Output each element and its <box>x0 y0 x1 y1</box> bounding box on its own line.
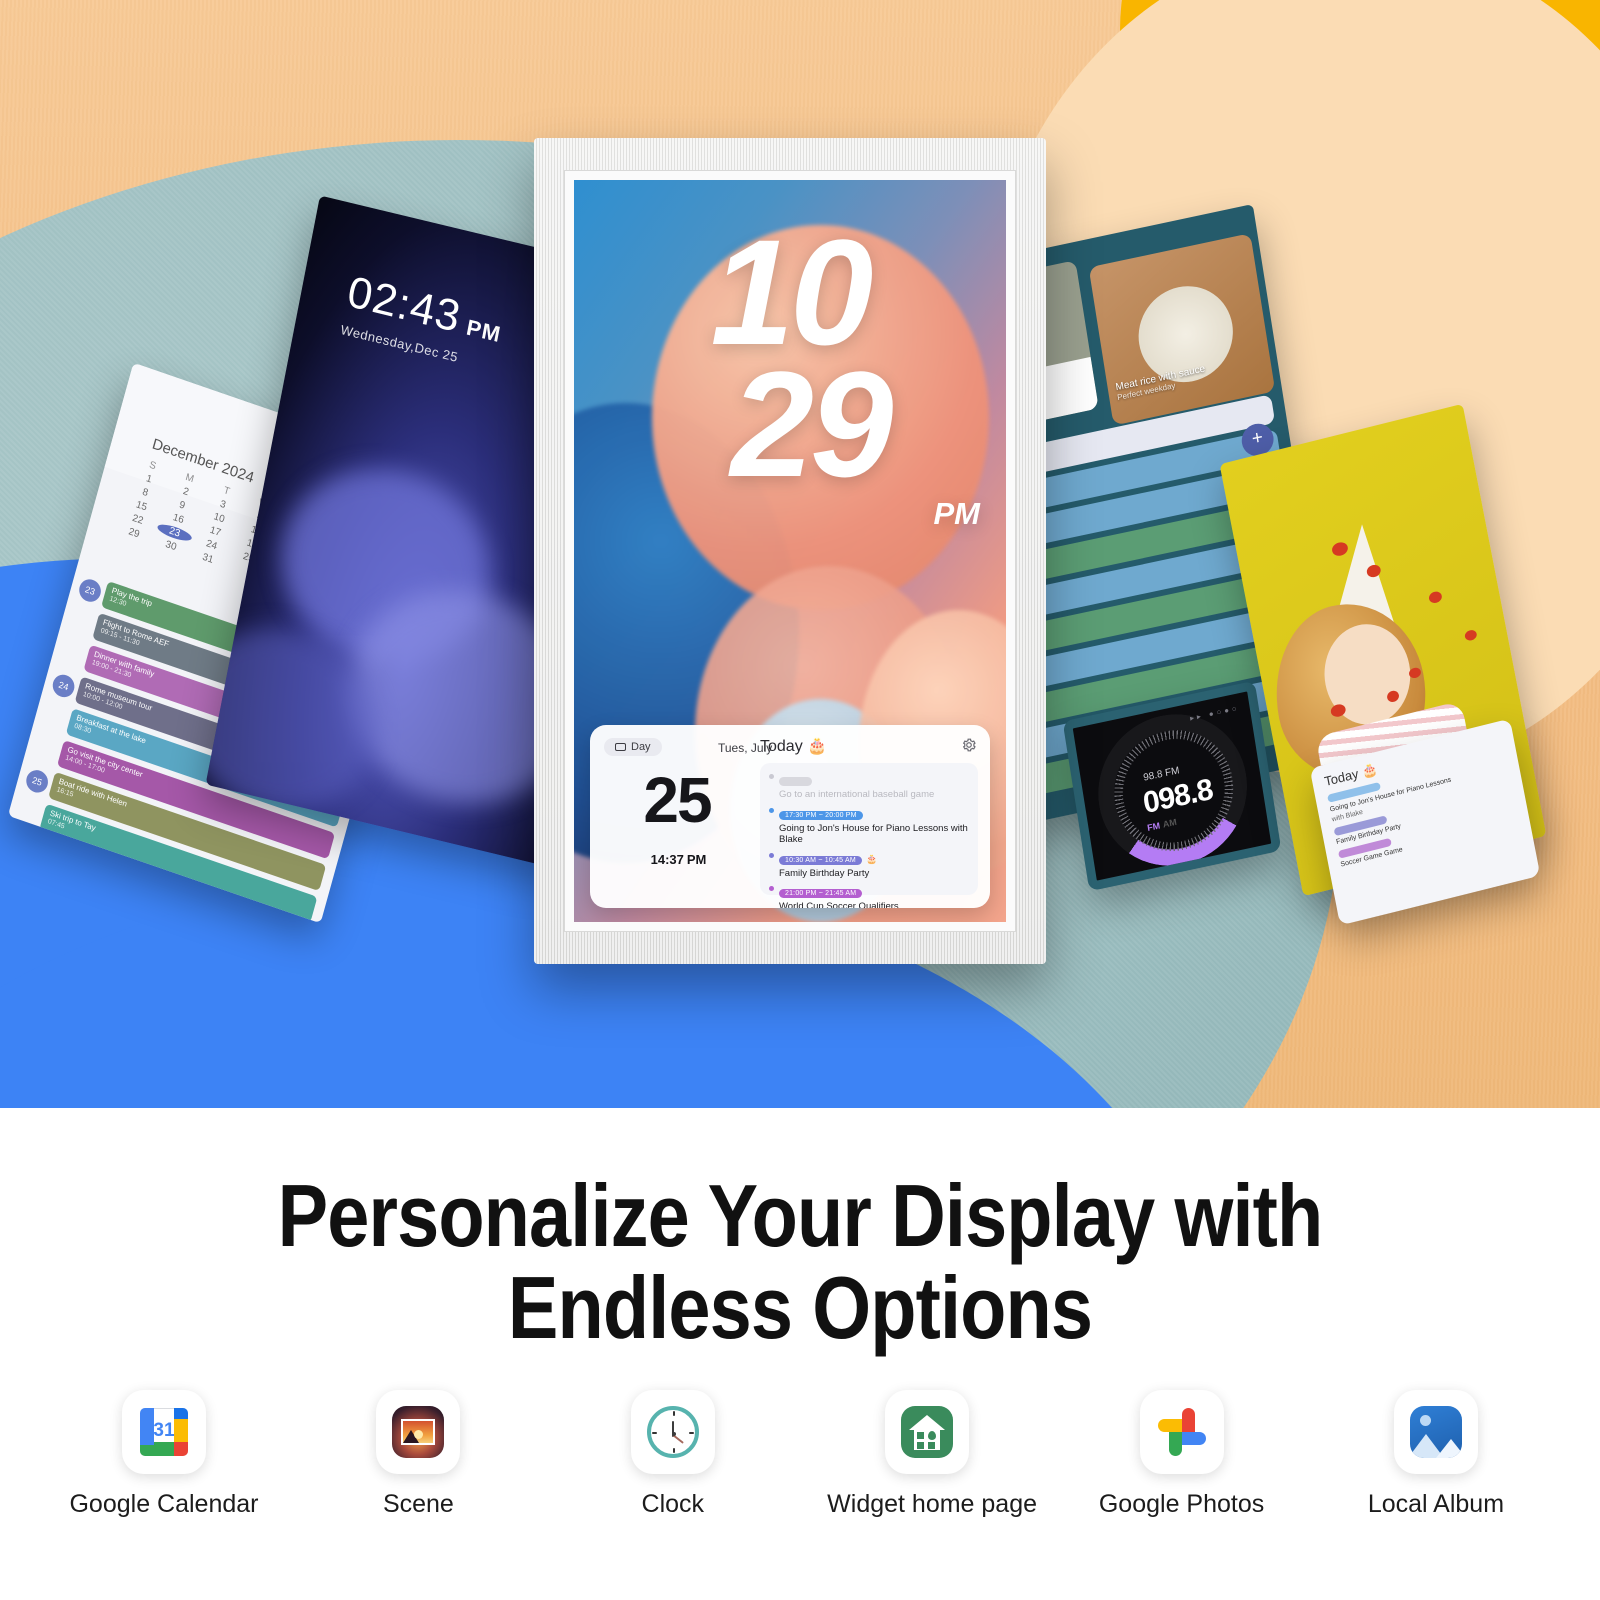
calendar-event-row[interactable]: 1 hour Go to an international baseball ga… <box>769 770 969 801</box>
calendar-event-row[interactable]: 17:30 PM ~ 20:00 PM Going to Jon's House … <box>769 804 969 846</box>
app-icon-tile[interactable] <box>885 1390 970 1474</box>
widget-time-suffix: PM <box>686 852 707 867</box>
widget-day-number: 25 <box>643 764 712 836</box>
app-label: Widget home page <box>827 1490 1038 1518</box>
calendar-icon-day: 31 <box>153 1420 175 1441</box>
app-icon-tile[interactable]: 31 <box>122 1390 206 1474</box>
event-body: 21:00 PM ~ 21:45 AM World Cup Soccer Qual… <box>779 882 969 908</box>
promo-page: ☰ ⌕ ▦ ⓘ December 2024 SMTWTFS12345678910… <box>0 0 1600 1600</box>
today-card-title-text: Today <box>1323 765 1360 790</box>
cake-icon: 🎂 <box>1360 761 1379 780</box>
calendar-day-marker: 24 <box>50 671 77 701</box>
calendar-day-marker: 23 <box>76 576 104 605</box>
widget-today-label: Today <box>760 738 803 755</box>
event-title: Go to an international baseball game <box>779 789 935 800</box>
main-clock-ampm: PM <box>933 496 981 531</box>
app-icon-tile[interactable] <box>376 1390 461 1474</box>
app-item-local-album[interactable]: Local Album <box>1336 1390 1536 1519</box>
event-body: 10:30 AM ~ 10:45 AM 🎂 Family Birthday Part… <box>779 849 969 880</box>
confetti-dot <box>1428 590 1443 605</box>
jellyfish-ampm: PM <box>464 314 504 348</box>
widget-day-label: Day <box>631 741 651 753</box>
app-label: Google Calendar <box>69 1490 259 1518</box>
widget-event-list[interactable]: 1 hour Go to an international baseball ga… <box>760 763 978 908</box>
main-clock-minutes: 29 <box>730 340 894 508</box>
app-label: Local Album <box>1367 1490 1505 1518</box>
event-title: Going to Jon's House for Piano Lessons w… <box>779 822 968 846</box>
clock-icon <box>646 1406 699 1458</box>
product-photo-scene: ☰ ⌕ ▦ ⓘ December 2024 SMTWTFS12345678910… <box>0 0 1600 1108</box>
radio-status-icons: ▸▸ ●○●○ <box>1189 703 1241 723</box>
app-label: Clock <box>641 1490 705 1518</box>
event-dot <box>769 807 774 813</box>
app-icon-tile[interactable] <box>1139 1390 1224 1474</box>
jellyfish-clock-block: 02:43PM Wednesday,Dec 25 <box>339 267 506 374</box>
digital-photo-frame: 10 29 PM Day Tues, July 25 14:37 PM Toda… <box>534 138 1046 964</box>
calendar-day-marker: 25 <box>23 767 51 796</box>
local-album-icon <box>1409 1406 1462 1458</box>
headline-line-2: Endless Options <box>507 1257 1093 1357</box>
app-item-google-photos[interactable]: Google Photos <box>1082 1390 1282 1519</box>
main-clock-hours: 10 <box>710 208 874 376</box>
calendar-event-row[interactable]: 21:00 PM ~ 21:45 AM World Cup Soccer Qual… <box>769 882 969 908</box>
google-photos-icon <box>1156 1406 1208 1458</box>
cake-icon: 🎂 <box>807 738 828 755</box>
home-widget-icon <box>901 1406 954 1458</box>
scene-icon <box>392 1406 445 1458</box>
headline-line-1: Personalize Your Display with <box>277 1166 1324 1265</box>
event-time: 10:30 AM ~ 10:45 AM <box>779 855 862 865</box>
gear-icon[interactable] <box>961 737 977 753</box>
event-time: 1 hour <box>779 777 813 786</box>
app-item-google-calendar[interactable]: 31 Google Calendar <box>64 1390 264 1519</box>
app-label: Google Photos <box>1098 1490 1265 1518</box>
widget-right-pane: Today 🎂 1 hour Go to an international bas… <box>760 725 990 908</box>
app-icon-tile[interactable] <box>630 1390 715 1474</box>
event-time: 17:30 PM ~ 20:00 PM <box>779 810 863 820</box>
cake-icon: 🎂 <box>865 853 878 864</box>
event-title: Family Birthday Party <box>779 867 870 879</box>
widget-day-toggle[interactable]: Day <box>604 738 662 756</box>
app-icon-row: 31 Google Calendar Scene Clock Widget ho… <box>0 1390 1600 1519</box>
frame-mat: 10 29 PM Day Tues, July 25 14:37 PM Toda… <box>564 170 1016 932</box>
app-item-widget-home[interactable]: Widget home page <box>827 1390 1038 1519</box>
day-view-icon <box>615 743 626 751</box>
calendar-widget[interactable]: Day Tues, July 25 14:37 PM Today 🎂 1 hou… <box>590 725 990 908</box>
widget-time-value: 14:37 <box>650 852 684 867</box>
app-item-clock[interactable]: Clock <box>573 1390 773 1519</box>
event-title: World Cup Soccer Qualifiers <box>779 901 899 908</box>
widget-today-header: Today 🎂 <box>760 736 978 756</box>
app-icon-tile[interactable] <box>1393 1390 1478 1474</box>
widget-time: 14:37 PM <box>604 838 750 872</box>
event-body: 1 hour Go to an international baseball ga… <box>779 770 969 801</box>
frame-screen[interactable]: 10 29 PM Day Tues, July 25 14:37 PM Toda… <box>574 180 1006 922</box>
page-headline: Personalize Your Display with Endless Op… <box>112 1108 1488 1353</box>
app-item-scene[interactable]: Scene <box>318 1390 518 1519</box>
event-dot <box>769 852 774 858</box>
event-dot <box>769 886 774 892</box>
app-label: Scene <box>382 1490 454 1518</box>
main-clock: 10 29 PM <box>574 208 1006 531</box>
confetti-dot <box>1464 628 1478 642</box>
marketing-section: Personalize Your Display with Endless Op… <box>0 1108 1600 1600</box>
widget-left-pane: Day Tues, July 25 14:37 PM <box>590 725 772 908</box>
google-calendar-icon: 31 <box>140 1408 188 1456</box>
event-time: 21:00 PM ~ 21:45 AM <box>779 889 863 899</box>
calendar-event-row[interactable]: 10:30 AM ~ 10:45 AM 🎂 Family Birthday Part… <box>769 849 969 880</box>
event-body: 17:30 PM ~ 20:00 PM Going to Jon's House … <box>779 804 969 846</box>
event-dot <box>769 774 774 779</box>
board-photo-food[interactable]: Meat rice with sauce Perfect weekday <box>1088 233 1276 426</box>
